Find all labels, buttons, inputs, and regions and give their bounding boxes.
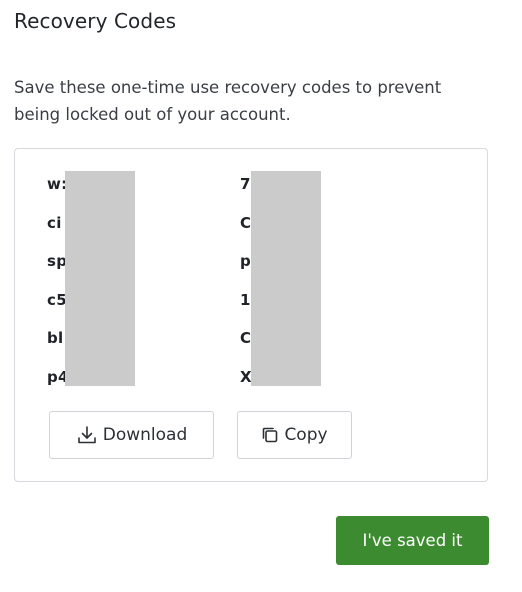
saved-it-button[interactable]: I've saved it bbox=[336, 516, 489, 565]
dialog-title: Recovery Codes bbox=[14, 9, 177, 33]
redaction-block-left bbox=[65, 171, 135, 386]
recovery-codes-dialog: Recovery Codes Save these one-time use r… bbox=[0, 0, 500, 580]
download-button-label: Download bbox=[102, 425, 188, 445]
copy-button[interactable]: Copy bbox=[237, 411, 352, 459]
copy-icon bbox=[261, 426, 279, 444]
download-icon bbox=[76, 424, 98, 446]
codes-panel: w: YJ ci L sp Vr3 c5 / bl 0c p4 pl 74 qU… bbox=[14, 148, 488, 482]
dialog-description: Save these one-time use recovery codes t… bbox=[14, 78, 442, 124]
copy-button-label: Copy bbox=[284, 425, 328, 445]
download-button[interactable]: Download bbox=[49, 411, 214, 459]
redaction-block-right bbox=[251, 171, 321, 386]
